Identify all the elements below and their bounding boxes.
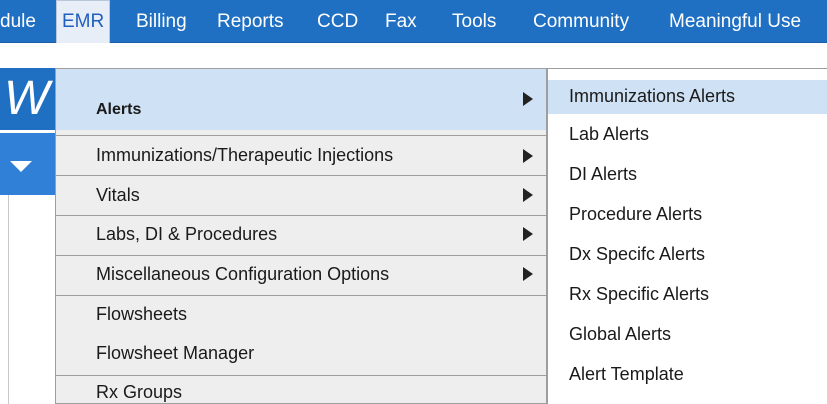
menu-item-label: Immunizations/Therapeutic Injections [96, 145, 394, 165]
submenu-item-di-alerts[interactable]: DI Alerts [548, 158, 827, 194]
menu-item-misc-config[interactable]: Miscellaneous Configuration Options [56, 255, 546, 293]
menu-item-label: Vitals [96, 185, 140, 205]
menu-item-flowsheets[interactable]: Flowsheets [56, 295, 546, 335]
submenu-item-rx-specific-alerts[interactable]: Rx Specific Alerts [548, 278, 827, 314]
divider [8, 195, 9, 404]
menu-billing[interactable]: Billing [136, 0, 187, 43]
submenu-item-label: Immunizations Alerts [569, 86, 736, 106]
submenu-arrow-icon [523, 149, 533, 163]
submenu-item-global-alerts[interactable]: Global Alerts [548, 318, 827, 354]
menu-fax[interactable]: Fax [385, 0, 417, 43]
menu-item-label: Flowsheet Manager [96, 343, 255, 363]
menu-item-label: Rx Groups [96, 382, 183, 402]
menu-tools[interactable]: Tools [452, 0, 496, 43]
alerts-submenu: Immunizations Alerts Lab Alerts DI Alert… [547, 68, 827, 404]
menu-item-labs-di-procedures[interactable]: Labs, DI & Procedures [56, 215, 546, 253]
menu-meaningful-use[interactable]: Meaningful Use [669, 0, 801, 43]
submenu-item-label: Lab Alerts [569, 124, 650, 144]
menu-item-label: Flowsheets [96, 304, 188, 324]
submenu-item-label: DI Alerts [569, 164, 638, 184]
menu-item-rx-groups[interactable]: Rx Groups [56, 375, 546, 404]
submenu-item-label: Dx Specifc Alerts [569, 244, 706, 264]
submenu-item-immunizations-alerts[interactable]: Immunizations Alerts [548, 80, 827, 114]
menu-item-label: Labs, DI & Procedures [96, 224, 278, 244]
submenu-item-procedure-alerts[interactable]: Procedure Alerts [548, 198, 827, 234]
menu-item-flowsheet-manager[interactable]: Flowsheet Manager [56, 335, 546, 375]
menu-item-vitals[interactable]: Vitals [56, 175, 546, 213]
submenu-arrow-icon [523, 92, 533, 106]
submenu-arrow-icon [523, 188, 533, 202]
page-header-fragment: W [0, 68, 55, 130]
menu-item-label: Miscellaneous Configuration Options [96, 264, 390, 284]
submenu-item-alert-template[interactable]: Alert Template [548, 358, 827, 394]
menu-schedule[interactable]: dule [0, 0, 36, 43]
submenu-item-dx-specific-alerts[interactable]: Dx Specifc Alerts [548, 238, 827, 274]
emr-dropdown-menu: Alerts Immunizations/Therapeutic Injecti… [55, 68, 547, 404]
menu-emr[interactable]: EMR [56, 0, 111, 43]
chevron-down-icon[interactable] [10, 161, 32, 172]
menu-item-label: Alerts [96, 101, 142, 118]
menu-item-immunizations[interactable]: Immunizations/Therapeutic Injections [56, 135, 546, 173]
submenu-arrow-icon [523, 227, 533, 241]
menu-reports[interactable]: Reports [217, 0, 284, 43]
submenu-item-label: Rx Specific Alerts [569, 284, 710, 304]
page-title-fragment: W [4, 72, 50, 125]
collapse-strip[interactable] [0, 133, 55, 195]
submenu-item-lab-alerts[interactable]: Lab Alerts [548, 118, 827, 154]
submenu-item-label: Alert Template [569, 364, 684, 384]
menubar: dule EMR Billing Reports CCD Fax Tools C… [0, 0, 827, 43]
menu-item-alerts[interactable]: Alerts [56, 69, 546, 130]
submenu-arrow-icon [523, 267, 533, 281]
submenu-item-label: Global Alerts [569, 324, 672, 344]
menu-community[interactable]: Community [533, 0, 629, 43]
submenu-item-label: Procedure Alerts [569, 204, 703, 224]
menu-ccd[interactable]: CCD [317, 0, 358, 43]
